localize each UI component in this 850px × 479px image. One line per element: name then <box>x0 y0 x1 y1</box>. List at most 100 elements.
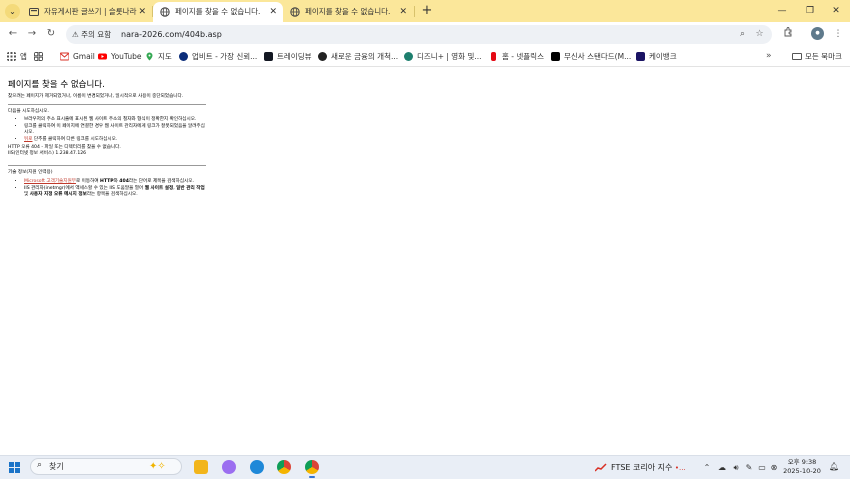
taskbar-search[interactable]: ⌕ 찾기 ✦✧ <box>30 458 182 475</box>
list-text: 라는 단어로 제목을 검색하십시오. <box>128 179 194 184</box>
notification-bell-icon[interactable]: 🔔︎ <box>829 462 839 471</box>
bookmark-maps[interactable]: 지도 <box>145 49 172 64</box>
tab-search-button[interactable]: ⌄ <box>5 4 20 19</box>
restore-button[interactable]: ❐ <box>796 0 824 22</box>
kbank-icon <box>636 52 645 61</box>
extensions-icon[interactable] <box>781 27 795 41</box>
list-bold-text: 웹 사이트 설정 <box>144 186 174 191</box>
list-item: Microsoft 고객기술지원부로 이동하여 HTTP와 404라는 단어로 … <box>24 179 208 185</box>
stock-chart-icon <box>595 463 607 472</box>
globe-icon <box>290 7 300 17</box>
clock-time: 오후 9:38 <box>787 458 817 466</box>
bookmark-label: 새로운 금융의 개척... <box>331 52 399 61</box>
url-text[interactable]: nara-2026.com/404b.asp <box>121 27 222 42</box>
tech-list: Microsoft 고객기술지원부로 이동하여 HTTP와 404라는 단어로 … <box>8 179 208 198</box>
network-off-icon[interactable]: ⊗ <box>768 461 780 474</box>
new-tab-button[interactable]: + <box>419 3 435 19</box>
bookmarks-bar: 앱 Gmail YouTube 지도 업비트 - 가장 신뢰... 트레이딩뷰 … <box>0 47 850 67</box>
close-window-button[interactable]: ✕ <box>822 0 850 22</box>
pen-icon[interactable]: ✎ <box>743 461 755 474</box>
bookmark-label: Gmail <box>73 52 95 61</box>
youtube-icon <box>98 53 107 60</box>
bookmark-youtube[interactable]: YouTube <box>98 49 142 64</box>
security-label: 주의 요함 <box>81 30 112 39</box>
search-placeholder: 찾기 <box>49 462 64 471</box>
close-icon[interactable]: ✕ <box>269 2 277 22</box>
back-button[interactable]: ← <box>6 27 20 41</box>
list-bold-text: 일반 관리 작업 <box>176 186 205 191</box>
chrome-profile-icon[interactable] <box>305 460 319 478</box>
bookmark-gmail[interactable]: Gmail <box>60 49 95 64</box>
bookmark-label: 모든 북마크 <box>805 52 842 61</box>
system-clock[interactable]: 오후 9:38 2025-10-20 <box>782 458 822 476</box>
bookmark-x[interactable]: 새로운 금융의 개척... <box>318 49 398 64</box>
tab-groups-icon <box>34 52 43 61</box>
profile-avatar[interactable]: ● <box>811 27 824 40</box>
close-icon[interactable]: ✕ <box>138 2 146 22</box>
map-pin-icon <box>146 52 153 61</box>
error-page: 페이지를 찾을 수 없습니다. 찾으려는 페이지가 제거되었거나, 이름이 변경… <box>8 72 208 200</box>
stock-label: FTSE 코리아 지수 <box>611 463 673 472</box>
menu-kebab-icon[interactable]: ⋮ <box>831 27 845 41</box>
zoom-icon[interactable]: ⌕ <box>736 28 749 41</box>
bookmark-upbit[interactable]: 업비트 - 가장 신뢰... <box>179 49 257 64</box>
stock-widget[interactable]: FTSE 코리아 지수 •... <box>595 460 686 475</box>
error-intro: 찾으려는 페이지가 제거되었거나, 이름이 변경되었거나, 일시적으로 사용이 … <box>8 94 184 99</box>
tab-title: 페이지를 찾을 수 없습니다. <box>305 7 391 16</box>
bookmark-label: YouTube <box>111 52 142 61</box>
musinsa-icon <box>551 52 560 61</box>
list-text: 로 이동하여 <box>75 179 101 184</box>
upbit-icon <box>179 52 188 61</box>
security-chip[interactable]: ⚠ 주의 요함 <box>72 27 111 42</box>
bookmark-star-icon[interactable]: ☆ <box>753 28 766 41</box>
list-bold-text: 사용자 지정 오류 메시지 정보 <box>29 192 87 197</box>
file-explorer-icon[interactable] <box>194 460 208 474</box>
search-icon: ⌕ <box>37 460 43 470</box>
tech-heading: 기술 정보(지원 인력용) <box>8 170 53 175</box>
onedrive-icon[interactable]: ☁ <box>716 461 728 474</box>
tab-not-found-active[interactable]: 페이지를 찾을 수 없습니다. ✕ <box>153 2 283 22</box>
tab-slotnara[interactable]: 자유게시판 글쓰기 | 슬롯나라 ✕ <box>22 2 152 22</box>
chrome-icon[interactable] <box>277 460 291 474</box>
edge-icon[interactable] <box>250 460 264 474</box>
list-item: 링크를 클릭하여 이 페이지에 연결한 경우 웹 사이트 관리자에게 링크가 잘… <box>24 124 208 136</box>
bookmark-tradingview[interactable]: 트레이딩뷰 <box>264 49 312 64</box>
forward-button[interactable]: → <box>25 27 39 41</box>
bookmark-label: 디즈니+ | 영화 및... <box>417 52 482 61</box>
bookmark-apps[interactable]: 앱 <box>7 49 27 64</box>
bookmark-tab-groups[interactable] <box>34 49 47 64</box>
microsoft-support-link[interactable]: Microsoft 고객기술지원부 <box>24 179 76 184</box>
bookmark-label: 앱 <box>20 52 27 61</box>
board-icon <box>29 8 39 16</box>
bookmark-netflix[interactable]: 홈 - 넷플릭스 <box>489 49 544 64</box>
bookmark-kbank[interactable]: 케이뱅크 <box>636 49 677 64</box>
reload-button[interactable]: ↻ <box>44 27 58 41</box>
copilot-sparkle-icon: ✦✧ <box>149 461 166 472</box>
x-logo-icon <box>318 52 327 61</box>
clock-date: 2025-10-20 <box>783 467 821 475</box>
copilot-app-icon[interactable] <box>222 460 236 474</box>
try-list: 브라우저의 주소 표시줄에 표시된 웹 사이트 주소의 철자와 형식이 정확한지… <box>8 117 208 143</box>
start-button[interactable] <box>9 462 20 473</box>
bookmark-disney[interactable]: 디즈니+ | 영화 및... <box>404 49 482 64</box>
tab-strip: ⌄ 자유게시판 글쓰기 | 슬롯나라 ✕ 페이지를 찾을 수 없습니다. ✕ 페… <box>0 0 850 22</box>
address-bar[interactable]: ⚠ 주의 요함 nara-2026.com/404b.asp ⌕ ☆ <box>66 25 772 44</box>
tab-not-found[interactable]: 페이지를 찾을 수 없습니다. ✕ <box>283 2 413 22</box>
apps-grid-icon <box>7 52 16 61</box>
bookmarks-overflow-button[interactable]: » <box>766 49 772 64</box>
warning-icon: ⚠ <box>72 30 79 39</box>
divider <box>8 104 206 105</box>
bookmark-label: 홈 - 넷플릭스 <box>502 52 544 61</box>
display-icon[interactable]: ▭ <box>756 461 768 474</box>
bookmark-label: 업비트 - 가장 신뢰... <box>192 52 258 61</box>
speaker-icon[interactable]: 🔊︎ <box>730 461 742 474</box>
bookmark-label: 지도 <box>158 52 172 61</box>
minimize-button[interactable]: — <box>768 0 796 22</box>
bookmark-musinsa[interactable]: 무신사 스탠다드(M... <box>551 49 631 64</box>
globe-icon <box>160 7 170 17</box>
all-bookmarks-button[interactable]: 모든 북마크 <box>792 49 842 64</box>
windows-taskbar: ⌕ 찾기 ✦✧ FTSE 코리아 지수 •... ⌃ ☁ 🔊︎ ✎ ▭ ⊗ 오후… <box>0 455 850 479</box>
stock-indicator: •... <box>674 464 686 472</box>
tray-overflow-icon[interactable]: ⌃ <box>702 461 712 474</box>
close-icon[interactable]: ✕ <box>399 2 407 22</box>
